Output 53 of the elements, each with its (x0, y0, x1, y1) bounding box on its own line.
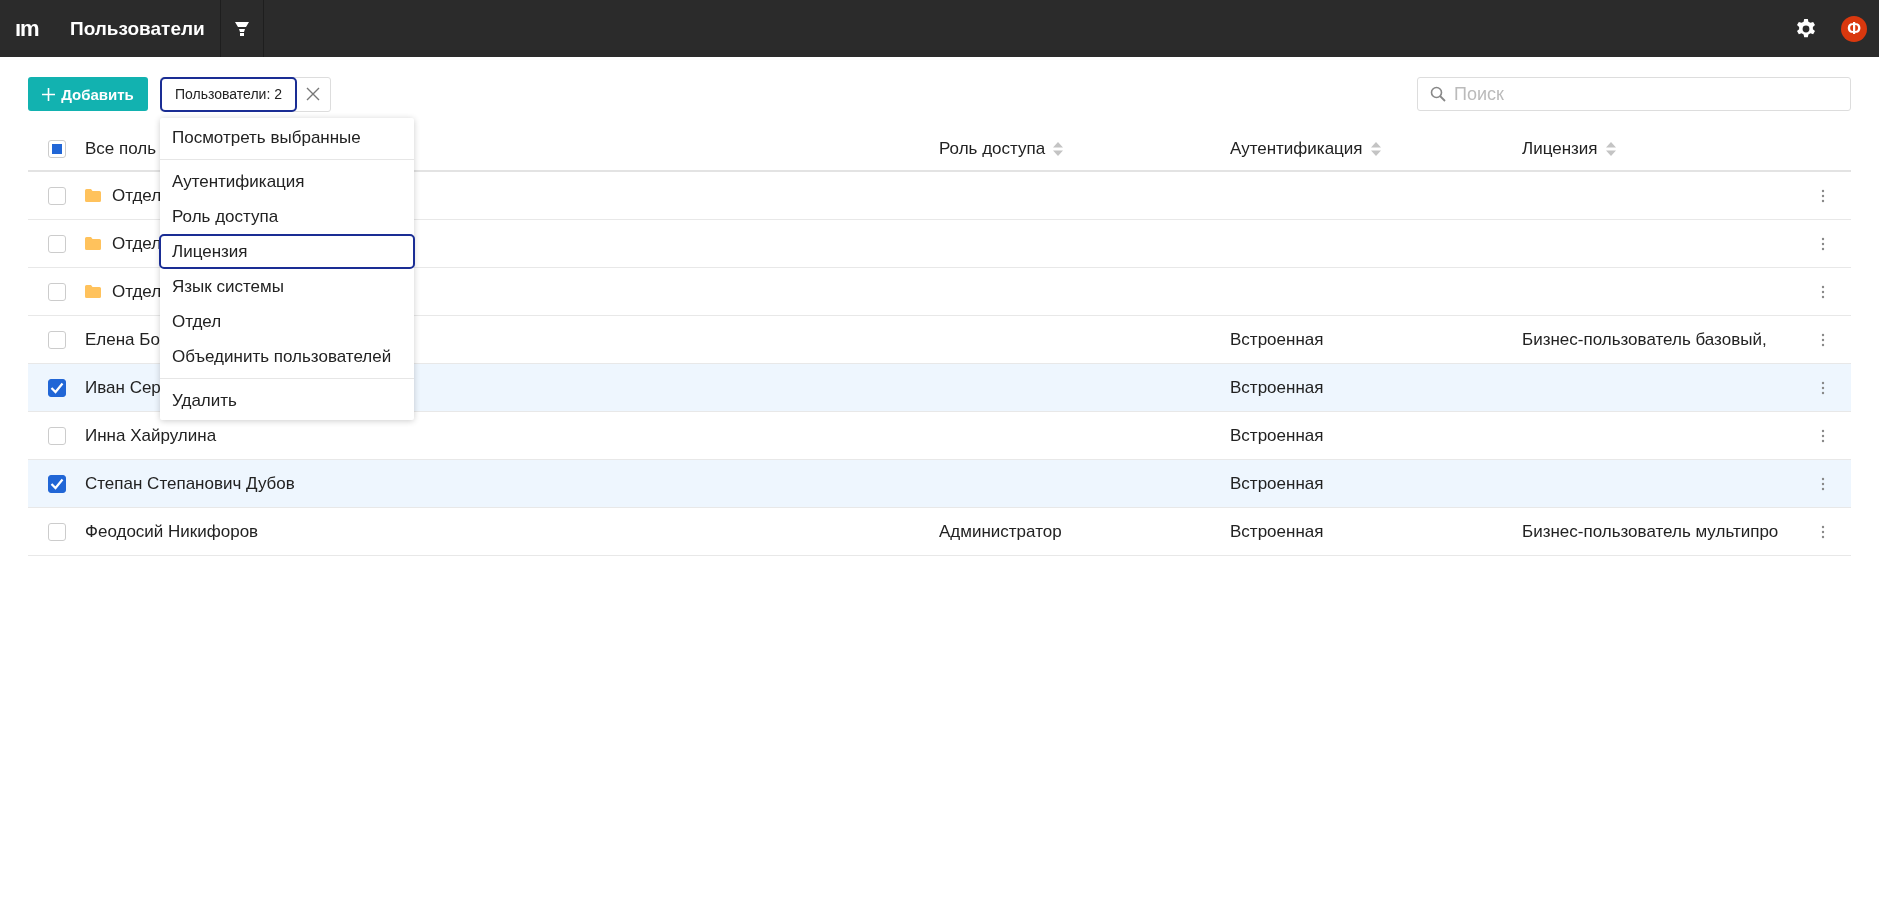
folder-icon (85, 285, 101, 298)
selection-chip[interactable]: Пользователи: 2 (160, 76, 297, 112)
user-avatar[interactable]: Ф (1841, 15, 1867, 42)
more-icon (1821, 524, 1825, 539)
filter-icon (233, 20, 250, 37)
folder-icon (85, 189, 101, 202)
folder-name: Отдел (112, 233, 162, 254)
table-cell: Бизнес-пользователь базовый, (1522, 329, 1767, 350)
user-name: Иван Сер (85, 377, 161, 398)
menu-item[interactable]: Язык системы (159, 269, 415, 304)
close-icon (306, 87, 321, 101)
column-header[interactable]: Лицензия (1522, 139, 1616, 159)
more-icon (1821, 332, 1825, 347)
more-icon (1821, 428, 1825, 443)
user-name: Степан Степанович Дубов (85, 473, 295, 494)
page-title: Пользователи (70, 17, 205, 40)
menu-item[interactable]: Объединить пользователей (159, 339, 415, 374)
more-icon (1821, 188, 1825, 203)
sort-icon (1053, 142, 1064, 156)
user-name: Инна Хайрулина (85, 425, 217, 446)
table-cell: Бизнес-пользователь мультипро (1522, 521, 1779, 542)
more-icon (1821, 236, 1825, 251)
user-name: Елена Бо (85, 329, 160, 350)
more-icon (1821, 284, 1825, 299)
table-cell: Встроенная (1230, 377, 1324, 398)
app-logo[interactable]: ım (15, 15, 55, 42)
folder-name: Отдел (112, 185, 162, 206)
sort-icon (1605, 142, 1616, 156)
plus-icon (42, 87, 56, 101)
column-header[interactable]: Роль доступа (939, 139, 1064, 159)
search-field[interactable]: Поиск (1417, 77, 1851, 111)
checkbox[interactable] (47, 378, 66, 397)
menu-item[interactable]: Аутентификация (159, 164, 415, 199)
table-cell: Встроенная (1230, 425, 1324, 446)
table-cell: Встроенная (1230, 473, 1324, 494)
column-header[interactable]: Все поль (85, 139, 157, 159)
table-cell: Встроенная (1230, 329, 1324, 350)
table-cell: Администратор (939, 521, 1062, 542)
menu-item[interactable]: Отдел (159, 304, 415, 339)
sort-icon (1370, 142, 1381, 156)
settings-icon (1795, 17, 1817, 40)
column-header[interactable]: Аутентификация (1230, 139, 1381, 159)
user-name: Феодосий Никифоров (85, 521, 259, 542)
menu-item[interactable]: Удалить (159, 383, 415, 418)
menu-item[interactable]: Лицензия (159, 234, 415, 269)
checkbox[interactable] (47, 474, 66, 493)
menu-item[interactable]: Роль доступа (159, 199, 415, 234)
folder-icon (85, 237, 101, 250)
table-cell: Встроенная (1230, 521, 1324, 542)
folder-name: Отдел (112, 281, 162, 302)
more-icon (1821, 380, 1825, 395)
menu-item[interactable]: Посмотреть выбранные (159, 120, 415, 155)
more-icon (1821, 476, 1825, 491)
